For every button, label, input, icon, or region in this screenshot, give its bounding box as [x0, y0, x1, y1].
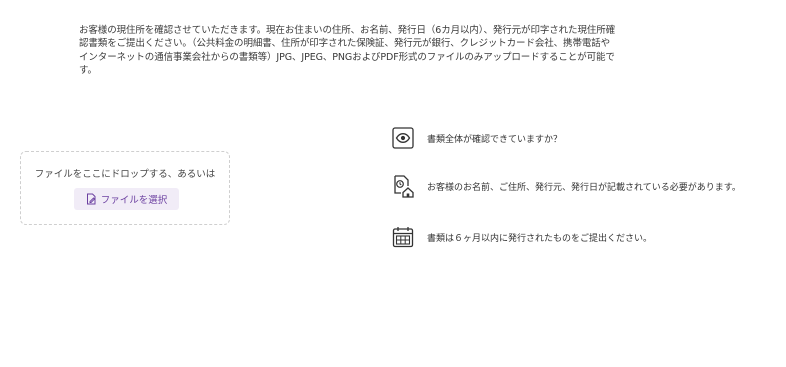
calendar-icon: [392, 226, 414, 248]
file-dropzone[interactable]: ファイルをここにドロップする、あるいは ファイルを選択: [20, 151, 230, 225]
tip-text: 書類は６ヶ月以内に発行されたものをご提出ください。: [427, 233, 653, 244]
tip-text: 書類全体が確認できていますか？: [427, 134, 563, 145]
home-clock-icon: [392, 175, 414, 198]
tip-row-required-info: お客様のお名前、ご住所、発行元、発行日が記載されている必要があります。: [392, 175, 741, 198]
instructions-text: お客様の現住所を確認させていただきます。現在お住まいの住所、お名前、発行日（6カ…: [79, 24, 616, 77]
file-edit-icon: [86, 193, 97, 205]
select-file-button[interactable]: ファイルを選択: [74, 188, 179, 210]
select-file-label: ファイルを選択: [100, 195, 168, 206]
eye-icon: [392, 127, 414, 149]
tip-row-six-months: 書類は６ヶ月以内に発行されたものをご提出ください。: [392, 226, 652, 248]
dropzone-label: ファイルをここにドロップする、あるいは: [34, 169, 216, 180]
tip-row-document-visible: 書類全体が確認できていますか？: [392, 127, 562, 149]
tip-text: お客様のお名前、ご住所、発行元、発行日が記載されている必要があります。: [427, 182, 741, 193]
